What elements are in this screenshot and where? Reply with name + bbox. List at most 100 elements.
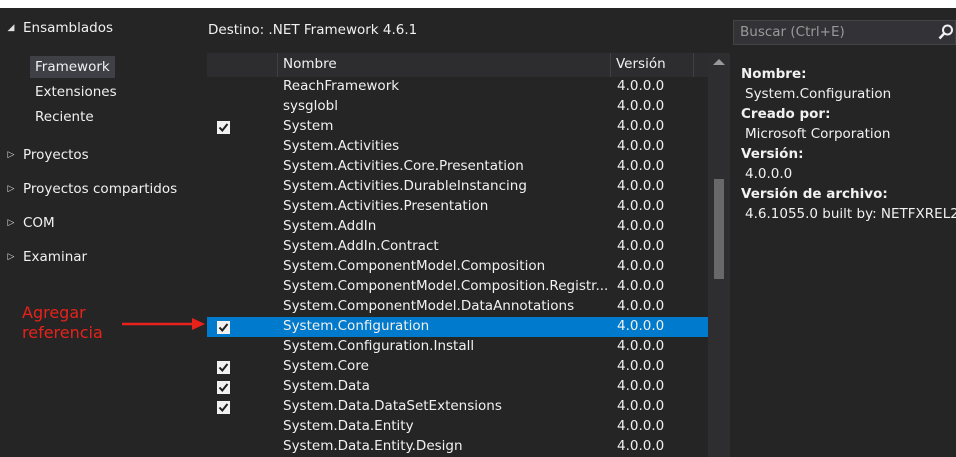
assembly-version: 4.0.0.0	[617, 438, 665, 454]
nav-group-label: Proyectos	[23, 147, 89, 163]
table-row[interactable]: System 4.0.0.0	[207, 117, 708, 137]
column-header-name[interactable]: Nombre	[283, 56, 337, 72]
assembly-name: System.ComponentModel.DataAnnotations	[283, 298, 575, 314]
expand-triangle-icon: ▷	[7, 218, 15, 228]
assembly-name: System.Data.DataSetExtensions	[283, 398, 502, 414]
assembly-name: System.Activities.DurableInstancing	[283, 178, 527, 194]
detail-version-label: Versión:	[741, 146, 804, 162]
detail-version-value: 4.0.0.0	[745, 166, 793, 182]
assembly-name: System.Activities.Core.Presentation	[283, 158, 524, 174]
table-row[interactable]: System.Data 4.0.0.0	[207, 377, 708, 397]
table-row[interactable]: ReachFramework 4.0.0.0	[207, 77, 708, 97]
assembly-name: System.Core	[283, 358, 369, 374]
assembly-version: 4.0.0.0	[617, 258, 665, 274]
search-input[interactable]: Buscar (Ctrl+E)	[740, 24, 845, 40]
scrollbar-thumb[interactable]	[714, 179, 724, 279]
assembly-name: System.ComponentModel.Composition.Regist…	[283, 278, 609, 294]
column-divider[interactable]	[277, 53, 278, 77]
column-divider[interactable]	[693, 53, 694, 77]
assembly-name: System.AddIn	[283, 218, 377, 234]
list-header: Nombre Versión	[207, 53, 708, 77]
table-row[interactable]: System.Data.Entity 4.0.0.0	[207, 417, 708, 437]
table-row[interactable]: System.ComponentModel.Composition.Regist…	[207, 277, 708, 297]
collapse-triangle-icon: ◢	[7, 23, 15, 33]
expand-triangle-icon: ▷	[7, 184, 15, 194]
assembly-version: 4.0.0.0	[617, 178, 665, 194]
detail-name-value: System.Configuration	[745, 86, 892, 102]
assembly-name: System.Configuration	[283, 318, 430, 334]
checkbox-checked-icon[interactable]	[217, 121, 230, 134]
annotation-line-2: referencia	[22, 323, 103, 342]
checkbox-checked-icon[interactable]	[217, 321, 230, 334]
assembly-version: 4.0.0.0	[617, 98, 665, 114]
nav-item-recent[interactable]: Reciente	[30, 106, 99, 128]
assembly-version: 4.0.0.0	[617, 298, 665, 314]
detail-file-version-value: 4.6.1055.0 built by: NETFXREL2	[745, 206, 956, 222]
table-row[interactable]: System.Core 4.0.0.0	[207, 357, 708, 377]
table-row[interactable]: System.Data.DataSetExtensions 4.0.0.0	[207, 397, 708, 417]
nav-group-shared-projects[interactable]: ▷ Proyectos compartidos	[0, 177, 178, 201]
nav-group-label: Examinar	[23, 249, 88, 265]
checkbox-checked-icon[interactable]	[217, 361, 230, 374]
search-icon[interactable]	[937, 23, 955, 41]
table-row[interactable]: System.ComponentModel.Composition 4.0.0.0	[207, 257, 708, 277]
table-row[interactable]: System.Activities.Core.Presentation 4.0.0…	[207, 157, 708, 177]
details-panel: Nombre: System.Configuration Creado por:…	[741, 64, 956, 224]
annotation-add-reference: Agregar referencia	[22, 303, 103, 343]
scroll-up-arrow-icon[interactable]	[713, 59, 725, 65]
table-row[interactable]: System.Activities.DurableInstancing 4.0.0…	[207, 177, 708, 197]
assembly-version: 4.0.0.0	[617, 238, 665, 254]
checkbox-checked-icon[interactable]	[217, 381, 230, 394]
table-row[interactable]: System.Data.Entity.Design 4.0.0.0	[207, 437, 708, 457]
search-box[interactable]: Buscar (Ctrl+E)	[733, 20, 956, 45]
reference-manager-dialog: ◢ Ensamblados Framework Extensiones Reci…	[0, 8, 956, 457]
assembly-version: 4.0.0.0	[617, 78, 665, 94]
expand-triangle-icon: ▷	[7, 252, 15, 262]
table-row[interactable]: sysglobl 4.0.0.0	[207, 97, 708, 117]
assembly-version: 4.0.0.0	[617, 218, 665, 234]
nav-group-com[interactable]: ▷ COM	[0, 211, 55, 235]
assembly-name: System.AddIn.Contract	[283, 238, 439, 254]
nav-group-assemblies[interactable]: ◢ Ensamblados	[0, 16, 113, 40]
table-row[interactable]: System.Activities.Presentation 4.0.0.0	[207, 197, 708, 217]
detail-creator-value: Microsoft Corporation	[745, 126, 891, 142]
assembly-name: System.Data.Entity	[283, 418, 414, 434]
list-rows: ReachFramework 4.0.0.0 sysglobl 4.0.0.0 Syst…	[207, 77, 708, 457]
annotation-arrow-icon	[122, 318, 205, 330]
table-row[interactable]: System.AddIn.Contract 4.0.0.0	[207, 237, 708, 257]
nav-group-label: Proyectos compartidos	[23, 181, 178, 197]
assembly-version: 4.0.0.0	[617, 318, 665, 334]
nav-item-extensions[interactable]: Extensiones	[30, 81, 122, 103]
target-framework-label: Destino: .NET Framework 4.6.1	[208, 22, 418, 38]
assembly-version: 4.0.0.0	[617, 378, 665, 394]
detail-creator-label: Creado por:	[741, 106, 831, 122]
table-row[interactable]: System.ComponentModel.DataAnnotations 4.0…	[207, 297, 708, 317]
assembly-version: 4.0.0.0	[617, 118, 665, 134]
assembly-name: sysglobl	[283, 98, 338, 114]
table-row[interactable]: System.AddIn 4.0.0.0	[207, 217, 708, 237]
assembly-version: 4.0.0.0	[617, 278, 665, 294]
assembly-version: 4.0.0.0	[617, 358, 665, 374]
list-scrollbar[interactable]	[708, 53, 730, 457]
assembly-version: 4.0.0.0	[617, 138, 665, 154]
nav-group-projects[interactable]: ▷ Proyectos	[0, 143, 89, 167]
assembly-version: 4.0.0.0	[617, 398, 665, 414]
nav-group-browse[interactable]: ▷ Examinar	[0, 245, 88, 269]
column-divider[interactable]	[610, 53, 611, 77]
table-row[interactable]: System.Configuration 4.0.0.0	[207, 317, 708, 337]
assembly-version: 4.0.0.0	[617, 418, 665, 434]
table-row[interactable]: System.Configuration.Install 4.0.0.0	[207, 337, 708, 357]
assembly-name: System.Activities.Presentation	[283, 198, 489, 214]
checkbox-checked-icon[interactable]	[217, 401, 230, 414]
nav-item-framework[interactable]: Framework	[30, 56, 115, 78]
assembly-name: System.Data	[283, 378, 370, 394]
annotation-line-1: Agregar	[22, 303, 86, 322]
table-row[interactable]: System.Activities 4.0.0.0	[207, 137, 708, 157]
column-header-version[interactable]: Versión	[616, 56, 666, 72]
detail-file-version-label: Versión de archivo:	[741, 186, 888, 202]
assembly-list: Nombre Versión ReachFramework 4.0.0.0 sysg…	[207, 53, 708, 457]
nav-group-label: Ensamblados	[23, 20, 113, 36]
assembly-name: System.Configuration.Install	[283, 338, 475, 354]
nav-group-label: COM	[23, 215, 55, 231]
assembly-version: 4.0.0.0	[617, 158, 665, 174]
